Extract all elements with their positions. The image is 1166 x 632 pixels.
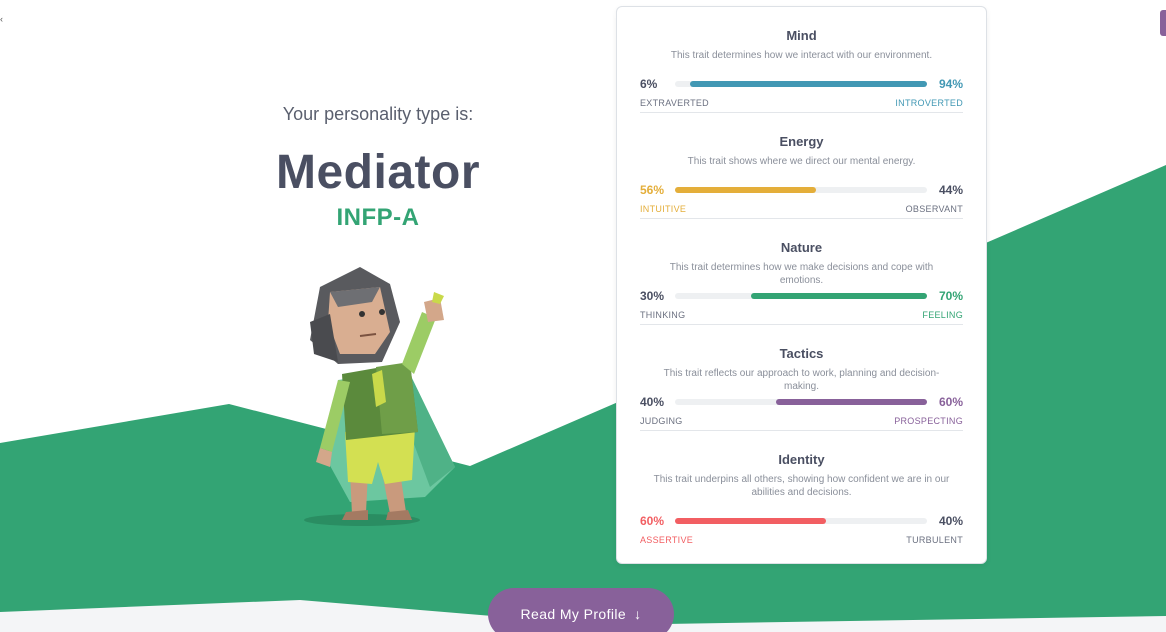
- trait-bar-fill: [675, 187, 817, 193]
- trait-bar-fill: [775, 399, 927, 405]
- trait-title: Tactics: [779, 346, 824, 361]
- side-tab[interactable]: [1160, 10, 1166, 36]
- trait-mind: Mind This trait determines how we interac…: [640, 7, 963, 113]
- trait-identity: Identity This trait underpins all others,…: [640, 431, 963, 561]
- left-percent: 56%: [640, 183, 665, 197]
- trait-description: This trait shows where we direct our men…: [687, 156, 916, 167]
- trait-tactics: Tactics This trait reflects our approach …: [640, 325, 963, 431]
- trait-description: This trait reflects our approach to work…: [663, 368, 940, 392]
- trait-bar-track: [675, 399, 927, 405]
- trait-energy: Energy This trait shows where we direct o…: [640, 113, 963, 219]
- right-trait-label: TURBULENT: [906, 535, 963, 545]
- right-percent: 60%: [938, 395, 963, 409]
- right-percent: 44%: [938, 183, 963, 197]
- left-trait-label: JUDGING: [640, 416, 683, 426]
- trait-bar-row: 60% 40%: [640, 514, 963, 528]
- type-name: Mediator: [275, 146, 480, 199]
- trait-title: Energy: [779, 134, 824, 149]
- left-trait-label: EXTRAVERTED: [640, 98, 709, 108]
- left-trait-label: ASSERTIVE: [640, 535, 694, 545]
- right-percent: 40%: [938, 514, 963, 528]
- arrow-down-icon: ↓: [634, 606, 642, 622]
- trait-title: Identity: [778, 452, 825, 467]
- right-trait-label: INTROVERTED: [895, 98, 963, 108]
- left-percent: 40%: [640, 395, 665, 409]
- trait-bar-track: [675, 187, 927, 193]
- left-percent: 30%: [640, 289, 665, 303]
- trait-description: This trait determines how we interact wi…: [670, 50, 933, 61]
- trait-title: Nature: [780, 240, 823, 255]
- edge-glyph: ‹: [0, 14, 3, 24]
- trait-bar-row: 56% 44%: [640, 183, 963, 197]
- trait-description: This trait determines how we make decisi…: [669, 262, 934, 286]
- read-profile-button[interactable]: Read My Profile ↓: [488, 588, 674, 632]
- trait-nature: Nature This trait determines how we make …: [640, 219, 963, 325]
- type-code: INFP-A: [336, 204, 420, 231]
- trait-bar-track: [675, 81, 927, 87]
- trait-bar-row: 40% 60%: [640, 395, 963, 409]
- right-percent: 94%: [938, 77, 963, 91]
- left-trait-label: INTUITIVE: [640, 204, 687, 214]
- trait-bar-fill: [675, 518, 827, 524]
- trait-bar-fill: [750, 293, 927, 299]
- trait-bar-track: [675, 293, 927, 299]
- trait-bar-track: [675, 518, 927, 524]
- trait-bar-row: 30% 70%: [640, 289, 963, 303]
- read-profile-label: Read My Profile: [520, 606, 627, 622]
- result-hero: Your personality type is: Mediator INFP-…: [220, 100, 536, 232]
- result-intro: Your personality type is:: [282, 104, 474, 124]
- green-hills-background: [0, 165, 1166, 632]
- trait-description: This trait underpins all others, showing…: [653, 474, 950, 498]
- right-trait-label: OBSERVANT: [905, 204, 963, 214]
- trait-title: Mind: [786, 28, 817, 43]
- right-percent: 70%: [938, 289, 963, 303]
- trait-bar-row: 6% 94%: [640, 77, 963, 91]
- mediator-avatar-illustration: [304, 267, 455, 526]
- trait-bar-fill: [690, 81, 927, 87]
- traits-card: Mind This trait determines how we interac…: [616, 6, 987, 564]
- right-trait-label: FEELING: [922, 310, 963, 320]
- right-trait-label: PROSPECTING: [894, 416, 963, 426]
- left-percent: 6%: [640, 77, 658, 91]
- left-trait-label: THINKING: [640, 310, 686, 320]
- left-percent: 60%: [640, 514, 665, 528]
